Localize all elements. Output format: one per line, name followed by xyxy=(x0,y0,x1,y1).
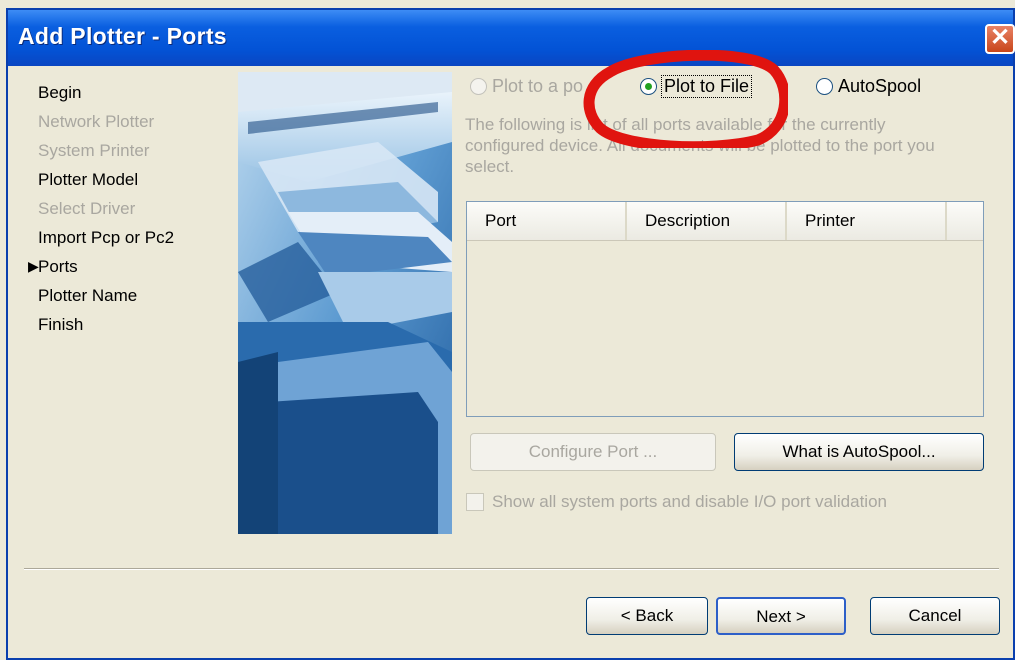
show-all-ports-checkbox[interactable]: Show all system ports and disable I/O po… xyxy=(466,492,887,512)
footer-divider xyxy=(24,568,999,570)
what-is-autospool-button[interactable]: What is AutoSpool... xyxy=(734,433,984,471)
radio-selected-icon xyxy=(640,78,657,95)
ports-list-header: Port Description Printer xyxy=(467,202,983,241)
column-printer[interactable]: Printer xyxy=(787,202,947,240)
radio-autospool-label: AutoSpool xyxy=(838,76,922,96)
radio-plot-to-port[interactable]: Plot to a po xyxy=(470,76,583,97)
plotter-illustration xyxy=(238,72,452,534)
radio-circle-icon xyxy=(816,78,833,95)
step-plotter-name: Plotter Name xyxy=(38,286,138,305)
title-bar[interactable]: Add Plotter - Ports ✕ xyxy=(8,10,1015,66)
wizard-steps: Begin Network Plotter System Printer Plo… xyxy=(28,78,175,339)
window-title: Add Plotter - Ports xyxy=(18,23,227,49)
radio-circle-icon xyxy=(470,78,487,95)
radio-plot-to-port-label: Plot to a po xyxy=(492,76,584,96)
step-import-pcp: Import Pcp or Pc2 xyxy=(38,228,175,247)
back-button[interactable]: < Back xyxy=(586,597,708,635)
column-port[interactable]: Port xyxy=(467,202,627,240)
next-button[interactable]: Next > xyxy=(716,597,846,635)
step-network-plotter: Network Plotter xyxy=(38,112,155,131)
radio-plot-to-file[interactable]: Plot to File xyxy=(640,75,753,98)
current-step-arrow-icon: ▶ xyxy=(28,258,39,274)
column-description[interactable]: Description xyxy=(627,202,787,240)
radio-plot-to-file-label: Plot to File xyxy=(660,75,753,98)
cancel-button[interactable]: Cancel xyxy=(870,597,1000,635)
checkbox-icon xyxy=(466,493,484,511)
close-icon[interactable]: ✕ xyxy=(985,24,1015,54)
step-begin: Begin xyxy=(38,83,82,102)
step-ports-label: Ports xyxy=(38,257,78,276)
show-all-ports-label: Show all system ports and disable I/O po… xyxy=(492,492,887,511)
step-finish: Finish xyxy=(38,315,84,334)
step-ports-current: ▶ Ports xyxy=(28,252,174,281)
radio-autospool[interactable]: AutoSpool xyxy=(816,76,921,97)
step-plotter-model: Plotter Model xyxy=(38,170,139,189)
ports-description: The following is list of all ports avail… xyxy=(465,115,935,176)
configure-port-button[interactable]: Configure Port ... xyxy=(470,433,716,471)
ports-list[interactable]: Port Description Printer xyxy=(466,201,984,417)
step-system-printer: System Printer xyxy=(38,141,150,160)
step-select-driver: Select Driver xyxy=(38,199,136,218)
